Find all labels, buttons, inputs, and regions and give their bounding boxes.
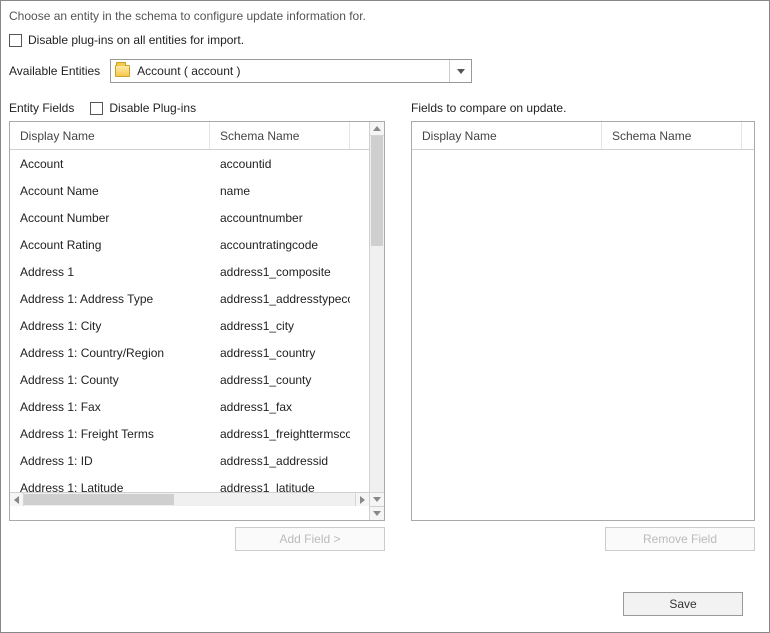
- table-row[interactable]: Address 1: Faxaddress1_fax: [10, 393, 369, 420]
- cell-schema-name: accountid: [210, 157, 350, 171]
- vscroll-track[interactable]: [370, 136, 384, 492]
- scroll-right-button[interactable]: [355, 493, 369, 506]
- compare-fields-label: Fields to compare on update.: [411, 101, 566, 115]
- cell-display-name: Address 1: City: [10, 319, 210, 333]
- cell-display-name: Address 1: Country/Region: [10, 346, 210, 360]
- header-display-name[interactable]: Display Name: [10, 122, 210, 149]
- cell-display-name: Account Number: [10, 211, 210, 225]
- cell-display-name: Address 1: ID: [10, 454, 210, 468]
- entity-fields-list[interactable]: Display Name Schema Name Accountaccounti…: [9, 121, 385, 521]
- disable-all-plugins-row[interactable]: Disable plug-ins on all entities for imp…: [9, 33, 761, 47]
- compare-fields-list[interactable]: Display Name Schema Name: [411, 121, 755, 521]
- cell-display-name: Address 1: County: [10, 373, 210, 387]
- cell-schema-name: accountnumber: [210, 211, 350, 225]
- table-row[interactable]: Address 1: Country/Regionaddress1_countr…: [10, 339, 369, 366]
- cell-schema-name: address1_addressid: [210, 454, 350, 468]
- header-schema-name[interactable]: Schema Name: [210, 122, 350, 149]
- save-button[interactable]: Save: [623, 592, 743, 616]
- cell-display-name: Account Name: [10, 184, 210, 198]
- hscroll-thumb[interactable]: [24, 494, 174, 505]
- available-entities-label: Available Entities: [9, 64, 100, 78]
- remove-field-button[interactable]: Remove Field: [605, 527, 755, 551]
- horizontal-scrollbar[interactable]: [10, 492, 369, 506]
- header-display-name[interactable]: Display Name: [412, 122, 602, 149]
- vscroll-thumb[interactable]: [371, 136, 383, 246]
- disable-plugins-row[interactable]: Disable Plug-ins: [90, 101, 196, 115]
- cell-schema-name: accountratingcode: [210, 238, 350, 252]
- available-entities-select[interactable]: Account ( account ): [110, 59, 472, 83]
- cell-display-name: Address 1: Address Type: [10, 292, 210, 306]
- cell-display-name: Address 1: [10, 265, 210, 279]
- folder-icon: [111, 60, 133, 82]
- disable-all-plugins-label: Disable plug-ins on all entities for imp…: [28, 33, 244, 47]
- table-row[interactable]: Account Numberaccountnumber: [10, 204, 369, 231]
- available-entities-value: Account ( account ): [133, 64, 449, 78]
- compare-fields-header: Display Name Schema Name: [412, 122, 754, 150]
- scroll-down-button[interactable]: [370, 492, 384, 506]
- cell-schema-name: address1_freighttermscode: [210, 427, 350, 441]
- table-row[interactable]: Address 1: IDaddress1_addressid: [10, 447, 369, 474]
- cell-display-name: Account Rating: [10, 238, 210, 252]
- cell-schema-name: address1_country: [210, 346, 350, 360]
- dropdown-corner-button[interactable]: [369, 506, 384, 520]
- cell-display-name: Address 1: Fax: [10, 400, 210, 414]
- chevron-down-icon[interactable]: [449, 60, 471, 82]
- table-row[interactable]: Address 1: Freight Termsaddress1_freight…: [10, 420, 369, 447]
- table-row[interactable]: Address 1: Countyaddress1_county: [10, 366, 369, 393]
- cell-schema-name: name: [210, 184, 350, 198]
- table-row[interactable]: Accountaccountid: [10, 150, 369, 177]
- cell-schema-name: address1_county: [210, 373, 350, 387]
- disable-plugins-checkbox[interactable]: [90, 102, 103, 115]
- vertical-scrollbar[interactable]: [369, 122, 384, 506]
- hscroll-track[interactable]: [24, 493, 355, 506]
- entity-fields-label: Entity Fields: [9, 101, 74, 115]
- cell-display-name: Address 1: Freight Terms: [10, 427, 210, 441]
- table-row[interactable]: Address 1: Cityaddress1_city: [10, 312, 369, 339]
- cell-schema-name: address1_addresstypecode: [210, 292, 350, 306]
- table-row[interactable]: Address 1: Address Typeaddress1_addresst…: [10, 285, 369, 312]
- table-row[interactable]: Address 1address1_composite: [10, 258, 369, 285]
- cell-schema-name: address1_fax: [210, 400, 350, 414]
- cell-display-name: Account: [10, 157, 210, 171]
- cell-schema-name: address1_city: [210, 319, 350, 333]
- table-row[interactable]: Account Ratingaccountratingcode: [10, 231, 369, 258]
- instruction-text: Choose an entity in the schema to config…: [9, 9, 761, 23]
- add-field-button[interactable]: Add Field >: [235, 527, 385, 551]
- table-row[interactable]: Account Namename: [10, 177, 369, 204]
- disable-all-plugins-checkbox[interactable]: [9, 34, 22, 47]
- scroll-left-button[interactable]: [10, 493, 24, 506]
- disable-plugins-label: Disable Plug-ins: [109, 101, 196, 115]
- scroll-up-button[interactable]: [370, 122, 384, 136]
- header-schema-name[interactable]: Schema Name: [602, 122, 742, 149]
- cell-schema-name: address1_composite: [210, 265, 350, 279]
- entity-fields-header: Display Name Schema Name: [10, 122, 369, 150]
